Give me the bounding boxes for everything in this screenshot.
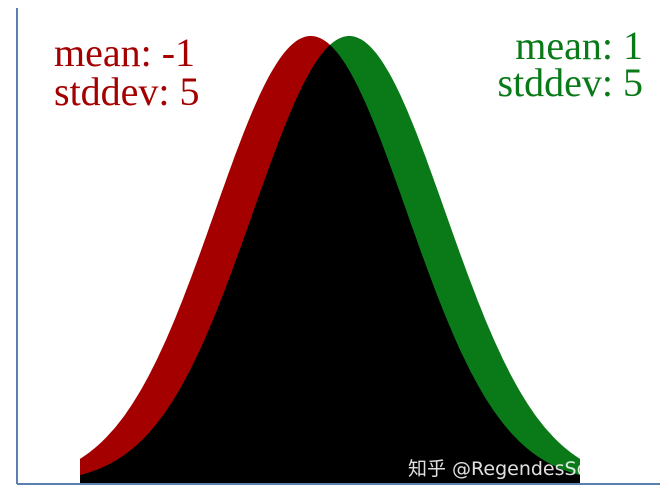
left-series-mean-label: mean: -1 [54, 30, 196, 75]
chart-canvas: mean: -1 stddev: 5 mean: 1 stddev: 5 知乎 … [0, 0, 669, 500]
right-series-stddev-label: stddev: 5 [497, 60, 643, 105]
left-series-stddev-label: stddev: 5 [54, 69, 200, 114]
watermark: 知乎 @RegendesSommers [408, 458, 655, 480]
